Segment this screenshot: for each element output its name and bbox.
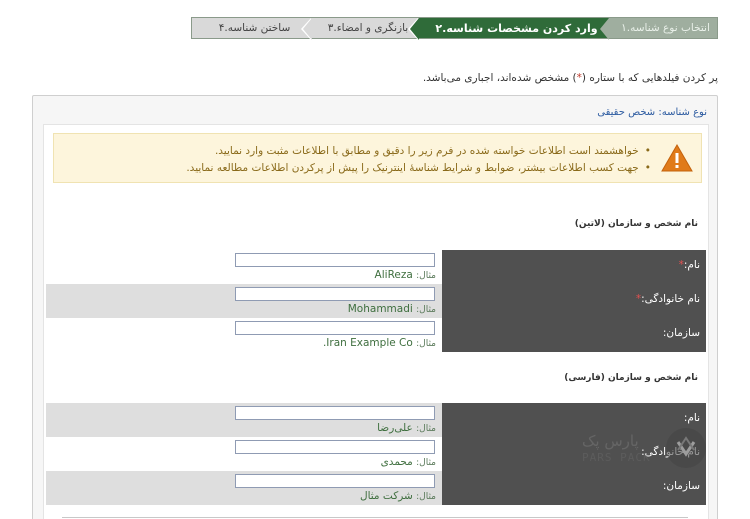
latin-organization-example: مثال: Iran Example Co. [322, 337, 436, 349]
farsi-last-name-input[interactable] [235, 440, 435, 454]
farsi-first-name-example: مثال: علی‌رضا [377, 422, 436, 434]
farsi-organization-input[interactable] [235, 474, 435, 488]
warning-box: خواهشمند است اطلاعات خواسته شده در فرم ز… [53, 133, 702, 183]
latin-first-name-label: نام:* [678, 259, 700, 271]
required-fields-note: پر کردن فیلدهایی که با ستاره (*) مشخص شد… [422, 72, 718, 84]
parspack-watermark: پارس پک PARS PACK [582, 428, 707, 470]
farsi-last-name-example: مثال: محمدی [380, 456, 436, 468]
step-3-label: بازنگری و امضاء [336, 22, 409, 34]
step-3[interactable]: ۳. بازنگری و امضاء [301, 18, 419, 40]
step-1[interactable]: ۱. انتخاب نوع شناسه [600, 18, 717, 40]
watermark-text-fa: پارس پک [582, 432, 639, 450]
latin-last-name-input[interactable] [235, 287, 435, 301]
latin-organization-row: سازمان: مثال: Iran Example Co. [46, 318, 706, 352]
watermark-text-en: PARS PACK [582, 451, 651, 464]
latin-first-name-row: نام:* مثال: AliReza [46, 250, 706, 284]
latin-first-name-input[interactable] [235, 253, 435, 267]
step-2-label: وارد کردن مشخصات شناسه [446, 21, 598, 35]
latin-organization-label: سازمان: [662, 327, 700, 339]
wizard-steps: ۱. انتخاب نوع شناسه ۲. وارد کردن مشخصات … [181, 17, 718, 40]
farsi-organization-example: مثال: شرکت مثال [359, 490, 436, 502]
latin-section-title: نام شخص و سازمان (لاتین) [574, 219, 698, 229]
step-4-number: ۴. [218, 22, 228, 34]
warning-item-2: جهت کسب اطلاعات بیشتر، ضوابط و شرایط شنا… [186, 160, 651, 177]
step-1-label: انتخاب نوع شناسه [630, 22, 710, 34]
latin-last-name-row: نام خانوادگی:* مثال: Mohammadi [46, 284, 706, 318]
parspack-logo-icon [666, 428, 706, 468]
identity-type-title: نوع شناسه: شخص حقیقی [597, 107, 707, 118]
step-1-number: ۱. [621, 22, 631, 34]
step-2-active[interactable]: ۲. وارد کردن مشخصات شناسه [408, 18, 609, 40]
latin-last-name-label: نام خانوادگی:* [635, 293, 700, 305]
farsi-section-title: نام شخص و سازمان (فارسی) [564, 373, 698, 383]
warning-item-1: خواهشمند است اطلاعات خواسته شده در فرم ز… [186, 143, 651, 160]
bottom-divider [62, 517, 688, 518]
warning-list: خواهشمند است اطلاعات خواسته شده در فرم ز… [186, 143, 651, 177]
step-2-number: ۲. [435, 21, 447, 35]
warning-triangle-icon [661, 144, 693, 172]
farsi-organization-row: سازمان: مثال: شرکت مثال [46, 471, 706, 505]
step-4[interactable]: ۴. ساختن شناسه [181, 18, 312, 40]
farsi-organization-label: سازمان: [662, 480, 700, 492]
step-4-label: ساختن شناسه [227, 22, 291, 34]
farsi-first-name-input[interactable] [235, 406, 435, 420]
step-3-number: ۳. [327, 22, 337, 34]
latin-organization-input[interactable] [235, 321, 435, 335]
latin-last-name-example: مثال: Mohammadi [347, 303, 436, 315]
farsi-first-name-label: نام: [683, 412, 700, 424]
latin-first-name-example: مثال: AliReza [374, 269, 436, 281]
